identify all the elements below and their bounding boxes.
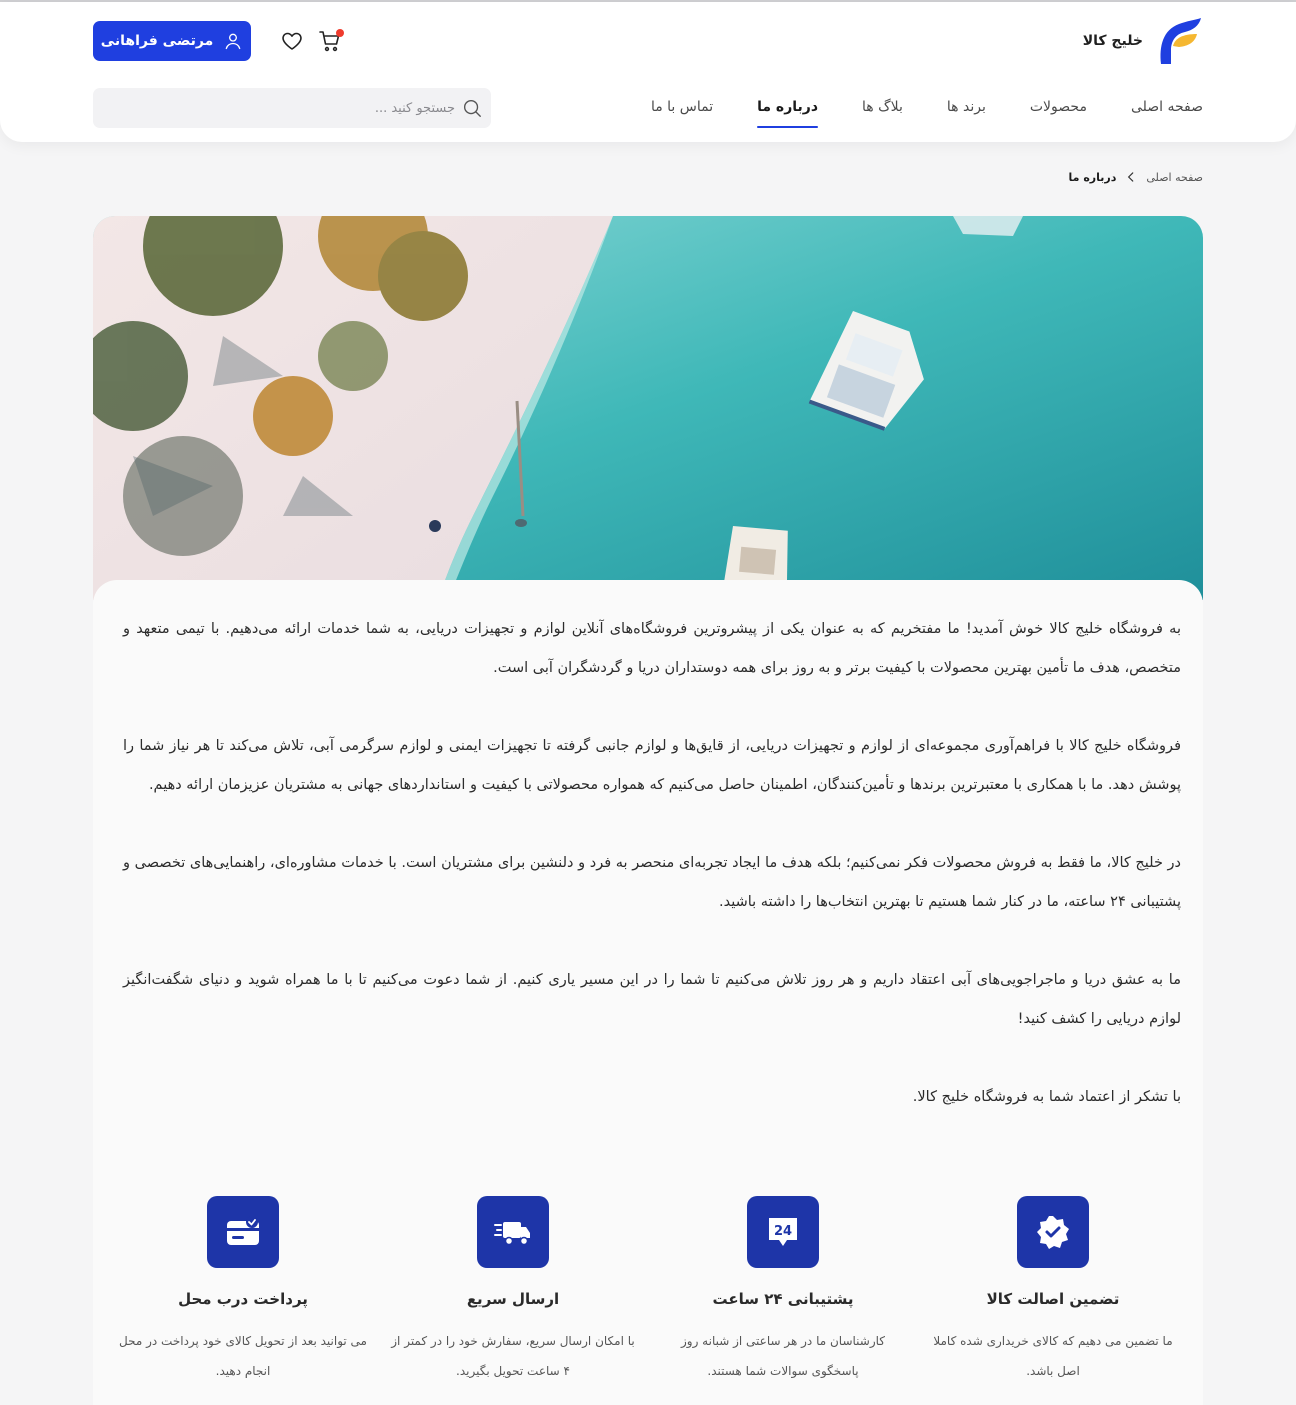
fast-delivery-truck-icon xyxy=(477,1196,549,1268)
nav-item-blog[interactable]: بلاگ ها xyxy=(840,96,925,128)
breadcrumb-current: درباره ما xyxy=(1068,170,1117,184)
feature-description: ما تضمین می دهیم که کالای خریداری شده کا… xyxy=(933,1334,1173,1378)
heart-icon xyxy=(282,32,302,50)
breadcrumb: صفحه اصلی درباره ما xyxy=(1069,170,1203,184)
about-text: به فروشگاه خلیج کالا خوش آمدید! ما مفتخر… xyxy=(123,610,1181,1117)
logo-text: خلیج کالا xyxy=(1082,33,1143,49)
cart-button[interactable] xyxy=(317,28,344,54)
feature-description: کارشناسان ما در هر ساعتی از شبانه روز پا… xyxy=(680,1334,885,1378)
nav-item-contact[interactable]: تماس با ما xyxy=(629,96,735,128)
cart-notification-dot xyxy=(336,29,344,37)
user-account-button[interactable]: مرتضی فراهانی xyxy=(93,21,251,61)
nav-item-about[interactable]: درباره ما xyxy=(735,96,840,128)
search-input[interactable] xyxy=(125,100,455,116)
site-header: خلیج کالا مرتضی فراهانی صفحه اصلی محصولا… xyxy=(0,2,1296,142)
about-paragraph: فروشگاه خلیج کالا با فراهم‌آوری مجموعه‌ا… xyxy=(123,738,1181,793)
user-button-label: مرتضی فراهانی xyxy=(100,33,214,49)
hero-image xyxy=(93,216,1203,600)
hero-beach-illustration xyxy=(93,216,1203,600)
wishlist-button[interactable] xyxy=(279,28,305,54)
user-icon xyxy=(225,33,241,50)
site-logo[interactable]: خلیج کالا xyxy=(1083,16,1203,66)
logo-icon xyxy=(1160,18,1201,64)
about-paragraph: در خلیج کالا، ما فقط به فروش محصولات فکر… xyxy=(123,855,1181,910)
nav-item-brands[interactable]: برند ها xyxy=(925,96,1008,128)
about-closing: با تشکر از اعتماد شما به فروشگاه خلیج کا… xyxy=(912,1089,1181,1105)
support-badge-text: 24 xyxy=(774,1224,792,1239)
feature-description: می توانید بعد از تحویل کالای خود پرداخت … xyxy=(119,1334,367,1378)
nav-item-home[interactable]: صفحه اصلی xyxy=(1109,96,1203,128)
about-card: به فروشگاه خلیج کالا خوش آمدید! ما مفتخر… xyxy=(93,580,1203,1405)
support-24-icon: 24 xyxy=(747,1196,819,1268)
card-payment-icon xyxy=(207,1196,279,1268)
chevron-left-icon xyxy=(1124,170,1138,184)
feature-title: تضمین اصالت کالا xyxy=(986,1290,1120,1308)
breadcrumb-home-link[interactable]: صفحه اصلی xyxy=(1146,171,1203,184)
feature-title: ارسال سریع xyxy=(466,1290,560,1308)
search-icon xyxy=(463,99,481,117)
feature-fast-delivery: ارسال سریع با امکان ارسال سریع، سفارش خو… xyxy=(378,1196,648,1386)
search-box xyxy=(93,88,491,128)
feature-title: پرداخت درب محل xyxy=(178,1290,308,1308)
main-nav: صفحه اصلی محصولات برند ها بلاگ ها درباره… xyxy=(629,96,1203,128)
feature-support: 24 پشتیبانی ۲۴ ساعت کارشناسان ما در هر س… xyxy=(648,1196,918,1386)
feature-authenticity: تضمین اصالت کالا ما تضمین می دهیم که کال… xyxy=(918,1196,1188,1386)
feature-cash-on-delivery: پرداخت درب محل می توانید بعد از تحویل کا… xyxy=(108,1196,378,1386)
about-paragraph: به فروشگاه خلیج کالا خوش آمدید! ما مفتخر… xyxy=(123,621,1181,676)
nav-item-products[interactable]: محصولات xyxy=(1008,96,1109,128)
feature-description: با امکان ارسال سریع، سفارش خود را در کمت… xyxy=(391,1334,635,1378)
feature-title: پشتیبانی ۲۴ ساعت xyxy=(712,1290,854,1308)
verified-badge-icon xyxy=(1017,1196,1089,1268)
features-row: تضمین اصالت کالا ما تضمین می دهیم که کال… xyxy=(93,1196,1203,1396)
about-paragraph: ما به عشق دریا و ماجراجویی‌های آبی اعتقا… xyxy=(123,972,1181,1027)
